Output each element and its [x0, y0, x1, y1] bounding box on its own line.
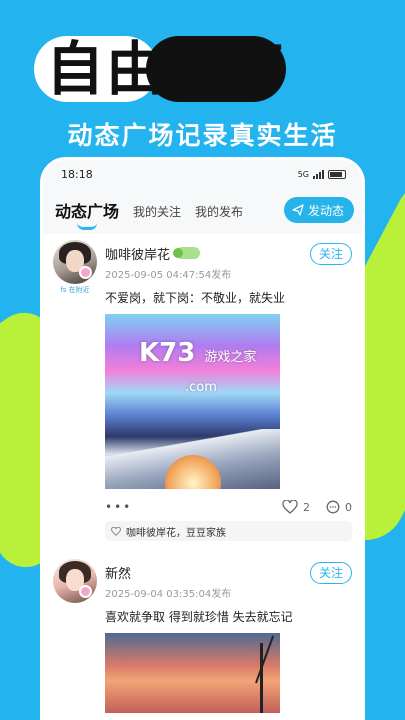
watermark-text: 游戏之家 — [204, 350, 257, 365]
hero-banner: 自由分享 动态广场记录真实生活 — [0, 0, 405, 160]
like-button[interactable]: 2 — [282, 500, 310, 514]
gender-badge — [79, 585, 92, 598]
tab-bar: 动态广场 我的关注 我的发布 发动态 — [43, 188, 362, 234]
heart-outline-icon — [111, 526, 121, 536]
tab-square[interactable]: 动态广场 — [55, 198, 119, 234]
avatar[interactable] — [53, 240, 97, 284]
post-time: 2025-09-04 03:35:04发布 — [105, 589, 232, 600]
follow-button[interactable]: 关注 — [310, 562, 352, 584]
avatar-tag: fs 在附近 — [60, 286, 90, 294]
post-button-label: 发动态 — [307, 203, 344, 218]
feed-post[interactable]: 新然 关注 2025-09-04 03:35:04发布 喜欢就争取 得到就珍惜 … — [43, 559, 362, 713]
site-watermark: K73 游戏之家 .com — [139, 338, 256, 398]
liked-by-names: 咖啡彼岸花，豆豆家族 — [126, 527, 226, 539]
author-name[interactable]: 新然 — [105, 563, 131, 582]
gender-badge — [79, 266, 92, 279]
signal-icon — [313, 169, 324, 179]
watermark-domain: .com — [185, 380, 217, 395]
tab-following[interactable]: 我的关注 — [133, 203, 181, 234]
follow-button[interactable]: 关注 — [310, 243, 352, 265]
status-icons: 5G — [297, 169, 346, 179]
phone-frame: 18:18 5G 动态广场 我的关注 我的发布 发动态 fs 在附近 咖啡彼岸花 — [40, 157, 365, 720]
send-icon — [292, 204, 304, 216]
post-time: 2025-09-05 04:47:54发布 — [105, 270, 232, 281]
like-count: 2 — [303, 500, 310, 514]
comment-icon — [326, 500, 340, 514]
level-badge-icon — [173, 247, 201, 259]
post-text: 喜欢就争取 得到就珍惜 失去就忘记 — [105, 610, 293, 624]
avatar[interactable] — [53, 559, 97, 603]
more-icon[interactable]: ••• — [105, 500, 132, 514]
post-image[interactable] — [105, 633, 280, 713]
author-name[interactable]: 咖啡彼岸花 — [105, 244, 170, 263]
watermark-brand: K73 — [139, 338, 196, 368]
status-bar: 18:18 5G — [43, 160, 362, 188]
tab-my-posts[interactable]: 我的发布 — [195, 203, 243, 234]
post-button[interactable]: 发动态 — [283, 197, 354, 223]
comment-button[interactable]: 0 — [326, 500, 352, 514]
feed[interactable]: fs 在附近 咖啡彼岸花 关注 2025-09-05 04:47:54发布 不爱… — [43, 234, 362, 720]
post-text: 不爱岗，就下岗：不敬业，就失业 — [105, 291, 286, 305]
battery-icon — [328, 169, 346, 179]
liked-by-bar: 咖啡彼岸花，豆豆家族 — [105, 521, 352, 541]
comment-count: 0 — [345, 500, 352, 514]
post-actions: ••• 2 0 — [105, 493, 352, 521]
hero-title: 自由分享 — [46, 34, 286, 104]
network-label: 5G — [297, 169, 309, 179]
hero-title-text: 自由分享 — [46, 35, 287, 103]
hero-subtitle: 动态广场记录真实生活 — [67, 121, 338, 150]
status-time: 18:18 — [61, 167, 93, 181]
heart-icon — [282, 500, 298, 514]
